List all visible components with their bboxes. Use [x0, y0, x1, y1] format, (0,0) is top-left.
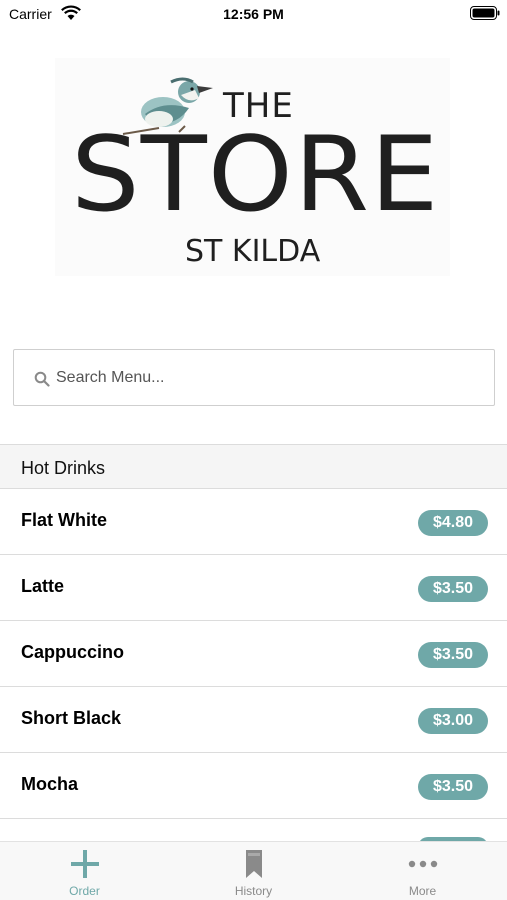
clock: 12:56 PM: [223, 6, 284, 22]
search-icon: [34, 371, 50, 387]
plus-icon: [70, 850, 99, 878]
menu-item-name: Flat White: [21, 510, 107, 530]
search-bar[interactable]: [13, 349, 495, 406]
menu-item-mocha[interactable]: Mocha $3.50: [0, 753, 507, 819]
menu-item-cappuccino[interactable]: Cappuccino $3.50: [0, 621, 507, 687]
menu-list: Flat White $4.80 Latte $3.50 Cappuccino …: [0, 489, 507, 859]
tab-history[interactable]: History: [169, 842, 338, 900]
price-badge: $4.80: [418, 510, 488, 536]
menu-item-flat-white[interactable]: Flat White $4.80: [0, 489, 507, 555]
tab-more[interactable]: More: [338, 842, 507, 900]
logo-line-store: STORE: [71, 115, 440, 235]
store-logo: THE STORE ST KILDA: [55, 58, 450, 276]
more-dots-icon: [408, 860, 437, 868]
battery-icon: [470, 6, 500, 20]
logo-line-location: ST KILDA: [185, 234, 321, 269]
tab-label: More: [408, 884, 437, 898]
section-title: Hot Drinks: [21, 458, 106, 478]
price-badge: $3.50: [418, 576, 488, 602]
tab-label: Order: [69, 884, 100, 898]
tab-order[interactable]: Order: [0, 842, 169, 900]
menu-item-name: Latte: [21, 576, 65, 596]
search-input[interactable]: [56, 350, 486, 405]
menu-item-name: Mocha: [21, 774, 79, 794]
menu-item-name: Short Black: [21, 708, 122, 728]
status-bar: Carrier 12:56 PM: [0, 0, 507, 28]
menu-item-name: Cappuccino: [21, 642, 125, 662]
tab-bar: Order History More: [0, 841, 507, 900]
menu-item-latte[interactable]: Latte $3.50: [0, 555, 507, 621]
tab-label: History: [234, 884, 273, 898]
menu-item-short-black[interactable]: Short Black $3.00: [0, 687, 507, 753]
price-badge: $3.50: [418, 774, 488, 800]
price-badge: $3.00: [418, 708, 488, 734]
section-header-hot-drinks: Hot Drinks: [0, 444, 507, 489]
price-badge: $3.50: [418, 642, 488, 668]
bookmark-icon: [245, 850, 262, 878]
